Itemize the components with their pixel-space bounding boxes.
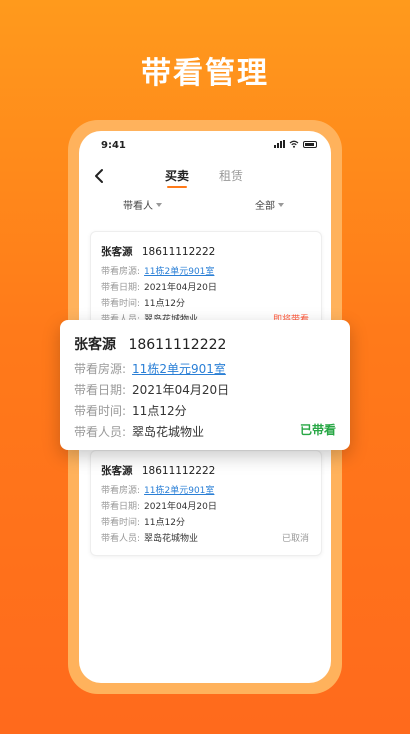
house-label: 带看房源: [74, 362, 127, 376]
status-bar: 9:41 [79, 131, 331, 157]
house-link[interactable]: 11栋2单元901室 [144, 486, 214, 496]
house-row: 带看房源: 11栋2单元901室 [74, 360, 226, 377]
date-row: 带看日期: 2021年04月20日 [101, 280, 217, 293]
status-badge: 已取消 [281, 534, 309, 544]
client-name: 张客源 [74, 337, 116, 353]
filter-viewer-label: 带看人 [123, 201, 153, 212]
time-value: 11点12分 [144, 299, 185, 309]
client-name: 张客源 [101, 246, 133, 258]
client-name: 张客源 [101, 465, 133, 477]
person-row: 带看人员:翠岛花城物业 [101, 531, 198, 544]
date-label: 带看日期: [101, 283, 141, 293]
person-value: 翠岛花城物业 [132, 425, 205, 439]
date-value: 2021年04月20日 [144, 502, 217, 512]
time-row: 带看时间: 11点12分 [101, 296, 185, 309]
page-headline: 带看管理 [141, 56, 269, 91]
time-row: 带看时间: 11点12分 [74, 402, 187, 419]
house-row: 带看房源: 11栋2单元901室 [101, 264, 214, 277]
house-row: 带看房源: 11栋2单元901室 [101, 483, 214, 496]
person-label: 带看人员: [101, 534, 141, 544]
client-phone: 18611112222 [141, 246, 216, 258]
house-label: 带看房源: [101, 486, 141, 496]
filter-status-dropdown[interactable]: 全部 [255, 197, 284, 212]
date-row: 带看日期: 2021年04月20日 [101, 499, 217, 512]
house-link[interactable]: 11栋2单元901室 [132, 362, 226, 376]
time-value: 11点12分 [132, 404, 187, 418]
client-info: 张客源 18611112222 [74, 334, 226, 354]
filter-bar: 带看人 全部 [79, 197, 331, 215]
highlighted-record-card[interactable]: 张客源 18611112222 带看房源: 11栋2单元901室 带看日期: 202… [60, 320, 350, 450]
date-label: 带看日期: [101, 502, 141, 512]
viewing-record-card[interactable]: 张客源 18611112222 带看房源: 11栋2单元901室 带看日期: 202… [90, 450, 322, 556]
client-phone: 18611112222 [128, 337, 227, 353]
date-label: 带看日期: [74, 383, 127, 397]
client-info: 张客源 18611112222 [101, 463, 215, 478]
time-value: 11点12分 [144, 518, 185, 528]
house-link[interactable]: 11栋2单元901室 [144, 267, 214, 277]
date-value: 2021年04月20日 [144, 283, 217, 293]
house-label: 带看房源: [101, 267, 141, 277]
filter-status-label: 全部 [255, 201, 275, 212]
status-icons [274, 140, 317, 148]
filter-viewer-dropdown[interactable]: 带看人 [123, 197, 162, 212]
person-row: 带看人员: 翠岛花城物业 [74, 423, 204, 440]
person-label: 带看人员: [74, 425, 127, 439]
chevron-down-icon [156, 202, 162, 207]
tab-buy-sell[interactable]: 买卖 [165, 167, 189, 188]
date-row: 带看日期: 2021年04月20日 [74, 381, 229, 398]
time-row: 带看时间: 11点12分 [101, 515, 185, 528]
time-label: 带看时间: [101, 299, 141, 309]
time-label: 带看时间: [101, 518, 141, 528]
date-value: 2021年04月20日 [132, 383, 230, 397]
client-phone: 18611112222 [141, 465, 216, 477]
status-time: 9:41 [101, 140, 126, 151]
top-nav: 买卖 租赁 [79, 165, 331, 189]
time-label: 带看时间: [74, 404, 127, 418]
wifi-icon [289, 140, 299, 148]
chevron-down-icon [278, 202, 284, 207]
status-badge: 已带看 [299, 423, 336, 437]
signal-icon [274, 140, 285, 148]
back-arrow-icon[interactable] [91, 167, 107, 185]
tab-rent[interactable]: 租赁 [219, 167, 243, 184]
client-info: 张客源 18611112222 [101, 244, 215, 259]
person-value: 翠岛花城物业 [144, 534, 199, 544]
battery-icon [303, 140, 317, 148]
